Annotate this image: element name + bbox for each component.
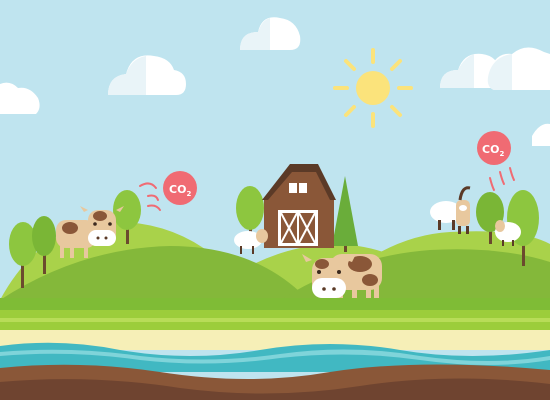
farm-scene-svg: CO2 CO2 [0,0,550,400]
co2-right-label: CO [482,143,499,156]
co2-right-sub: 2 [499,150,504,158]
co2-left-sub: 2 [186,190,191,198]
co2-badge-left: CO2 [163,171,197,205]
ground-strip-dark [0,298,550,310]
farm-illustration: CO2 CO2 [0,0,550,400]
grass-line [0,318,550,322]
co2-badge-right: CO2 [477,131,511,165]
sun [333,48,413,128]
co2-left-label: CO [169,183,186,196]
